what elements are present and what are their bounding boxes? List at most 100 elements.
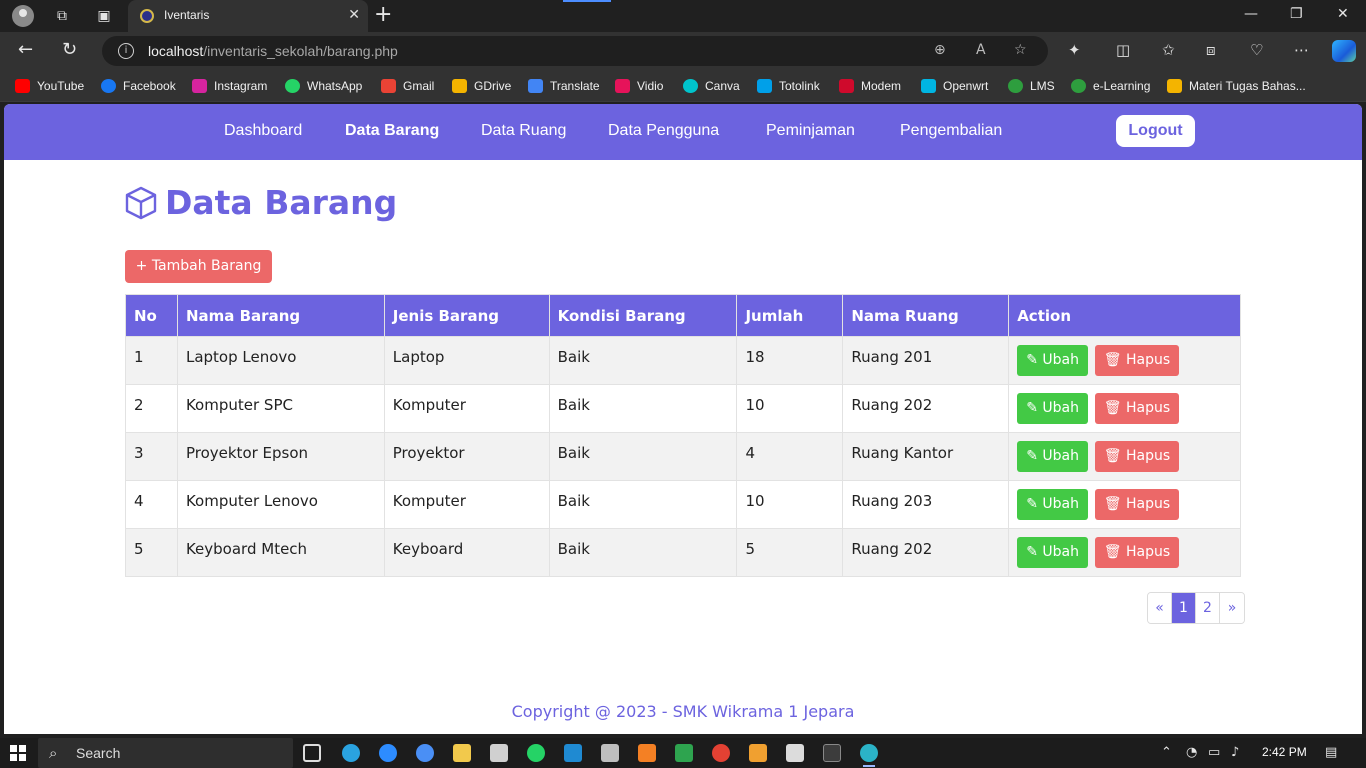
favorite-star-icon[interactable]: ☆ — [1014, 42, 1027, 58]
whatsapp-app-icon[interactable] — [527, 744, 545, 762]
whatsapp-icon — [285, 79, 300, 93]
column-header-jumlah: Jumlah — [736, 294, 844, 337]
cell-jenis-barang: Keyboard — [383, 528, 550, 577]
cell-nama-barang: Proyektor Epson — [176, 432, 385, 481]
battery-icon[interactable]: ▭ — [1208, 745, 1220, 760]
restore-icon[interactable]: ❐ — [1290, 6, 1303, 22]
delete-button[interactable]: 🗑 Hapus — [1094, 441, 1180, 472]
table-row: 2 Komputer SPC Komputer Baik 10 Ruang 20… — [125, 384, 1241, 433]
footer-copyright: Copyright @ 2023 - SMK Wikrama 1 Jepara — [511, 702, 855, 721]
top-navbar: Dashboard Data Barang Data Ruang Data Pe… — [4, 104, 1362, 160]
tray-chevron-icon[interactable]: ⌃ — [1161, 745, 1172, 760]
extensions-icon[interactable]: ✦ — [1068, 41, 1081, 59]
read-aloud-icon[interactable]: A — [976, 42, 986, 58]
split-screen-icon[interactable]: ◫ — [1116, 41, 1130, 59]
task-view-icon[interactable] — [303, 744, 321, 762]
table-row: 5 Keyboard Mtech Keyboard Baik 5 Ruang 2… — [125, 528, 1241, 577]
workspaces-icon[interactable]: ⧉ — [52, 6, 72, 26]
collections-icon[interactable]: ⧈ — [1206, 41, 1216, 59]
delete-button[interactable]: 🗑 Hapus — [1094, 393, 1180, 424]
profile-avatar[interactable] — [12, 5, 34, 27]
edit-button[interactable]: ✎ Ubah — [1017, 393, 1088, 424]
zoom-app-icon[interactable] — [379, 744, 397, 762]
delete-button[interactable]: 🗑 Hapus — [1094, 537, 1180, 568]
nav-data-pengguna[interactable]: Data Pengguna — [608, 122, 719, 140]
vidio-icon — [615, 79, 630, 93]
tab-actions-icon[interactable]: ▣ — [94, 6, 114, 26]
cell-nama-barang: Laptop Lenovo — [176, 336, 385, 385]
spreadsheet-icon[interactable] — [675, 744, 693, 762]
add-item-button[interactable]: + Tambah Barang — [125, 250, 272, 283]
tab-favicon-icon — [140, 9, 154, 23]
pagination: « 1 2 » — [1147, 592, 1245, 624]
windows-start-icon[interactable] — [10, 745, 26, 761]
network-tool-icon[interactable] — [601, 744, 619, 762]
close-tab-icon[interactable]: ✕ — [348, 7, 360, 23]
wifi-icon[interactable]: ◔ — [1186, 745, 1197, 760]
cell-jenis-barang: Proyektor — [383, 432, 550, 481]
browser-tab-active[interactable]: Iventaris ✕ — [128, 0, 368, 32]
telegram-icon[interactable] — [342, 744, 360, 762]
performance-icon[interactable]: ♡ — [1250, 41, 1263, 59]
nav-dashboard[interactable]: Dashboard — [224, 122, 302, 140]
column-header-no: No — [125, 294, 178, 337]
pagination-page-1[interactable]: 1 — [1172, 593, 1196, 623]
more-options-icon[interactable]: ⋯ — [1294, 41, 1309, 59]
modem-icon — [839, 79, 854, 93]
sublime-icon[interactable] — [749, 744, 767, 762]
edit-button[interactable]: ✎ Ubah — [1017, 345, 1088, 376]
file-explorer-icon[interactable] — [453, 744, 471, 762]
column-header-nama-ruang: Nama Ruang — [842, 294, 1010, 337]
volume-icon[interactable]: ♪ — [1231, 745, 1239, 760]
translate-icon — [528, 79, 543, 93]
nav-data-barang[interactable]: Data Barang — [345, 122, 439, 140]
site-info-icon[interactable]: i — [118, 43, 134, 59]
taskbar-search[interactable]: ⌕ Search — [38, 738, 293, 768]
nav-peminjaman[interactable]: Peminjaman — [766, 122, 855, 140]
delete-button[interactable]: 🗑 Hapus — [1094, 345, 1180, 376]
taskbar-clock[interactable]: 2:42 PM — [1262, 745, 1307, 759]
table-row: 1 Laptop Lenovo Laptop Baik 18 Ruang 201… — [125, 336, 1241, 385]
signal-icon[interactable] — [416, 744, 434, 762]
terminal-icon[interactable] — [823, 744, 841, 762]
cell-nama-ruang: Ruang 201 — [842, 336, 1010, 385]
notifications-icon[interactable]: ▤ — [1325, 745, 1337, 760]
new-tab-icon[interactable]: + — [374, 4, 392, 26]
favorites-icon[interactable]: ✩ — [1162, 41, 1175, 59]
trash-icon: 🗑 — [1103, 496, 1122, 512]
vscode-icon[interactable] — [564, 744, 582, 762]
delete-button[interactable]: 🗑 Hapus — [1094, 489, 1180, 520]
chrome-icon[interactable] — [712, 744, 730, 762]
pagination-next[interactable]: » — [1220, 593, 1244, 623]
nav-data-ruang[interactable]: Data Ruang — [481, 122, 566, 140]
store-icon[interactable] — [490, 744, 508, 762]
url-text[interactable]: localhost/inventaris_sekolah/barang.php — [148, 43, 398, 59]
pagination-prev[interactable]: « — [1148, 593, 1172, 623]
edge-icon[interactable] — [860, 744, 878, 762]
back-icon[interactable]: ← — [18, 40, 33, 60]
edit-button[interactable]: ✎ Ubah — [1017, 441, 1088, 472]
edit-button[interactable]: ✎ Ubah — [1017, 537, 1088, 568]
cell-jumlah: 18 — [736, 336, 844, 385]
logout-button[interactable]: Logout — [1116, 115, 1195, 147]
taskbar: ⌕ Search ⌃ ◔ ▭ ♪ 2:42 PM ▤ — [0, 738, 1366, 768]
copilot-icon[interactable] — [1332, 40, 1356, 62]
pagination-page-2[interactable]: 2 — [1196, 593, 1220, 623]
xampp-icon[interactable] — [638, 744, 656, 762]
zoom-icon[interactable]: ⊕ — [934, 42, 946, 58]
cell-jumlah: 10 — [736, 480, 844, 529]
address-bar[interactable]: i localhost/inventaris_sekolah/barang.ph… — [102, 36, 1048, 66]
close-window-icon[interactable]: ✕ — [1337, 6, 1349, 22]
nav-pengembalian[interactable]: Pengembalian — [900, 122, 1002, 140]
gmail-icon — [381, 79, 396, 93]
table-row: 4 Komputer Lenovo Komputer Baik 10 Ruang… — [125, 480, 1241, 529]
instagram-icon — [192, 79, 207, 93]
shield-icon[interactable] — [786, 744, 804, 762]
column-header-jenis-barang: Jenis Barang — [383, 294, 550, 337]
cell-jenis-barang: Laptop — [383, 336, 550, 385]
search-icon: ⌕ — [49, 744, 58, 762]
edit-button[interactable]: ✎ Ubah — [1017, 489, 1088, 520]
cell-no: 2 — [125, 384, 178, 433]
minimize-icon[interactable]: — — [1244, 6, 1258, 22]
refresh-icon[interactable]: ↻ — [62, 40, 77, 60]
